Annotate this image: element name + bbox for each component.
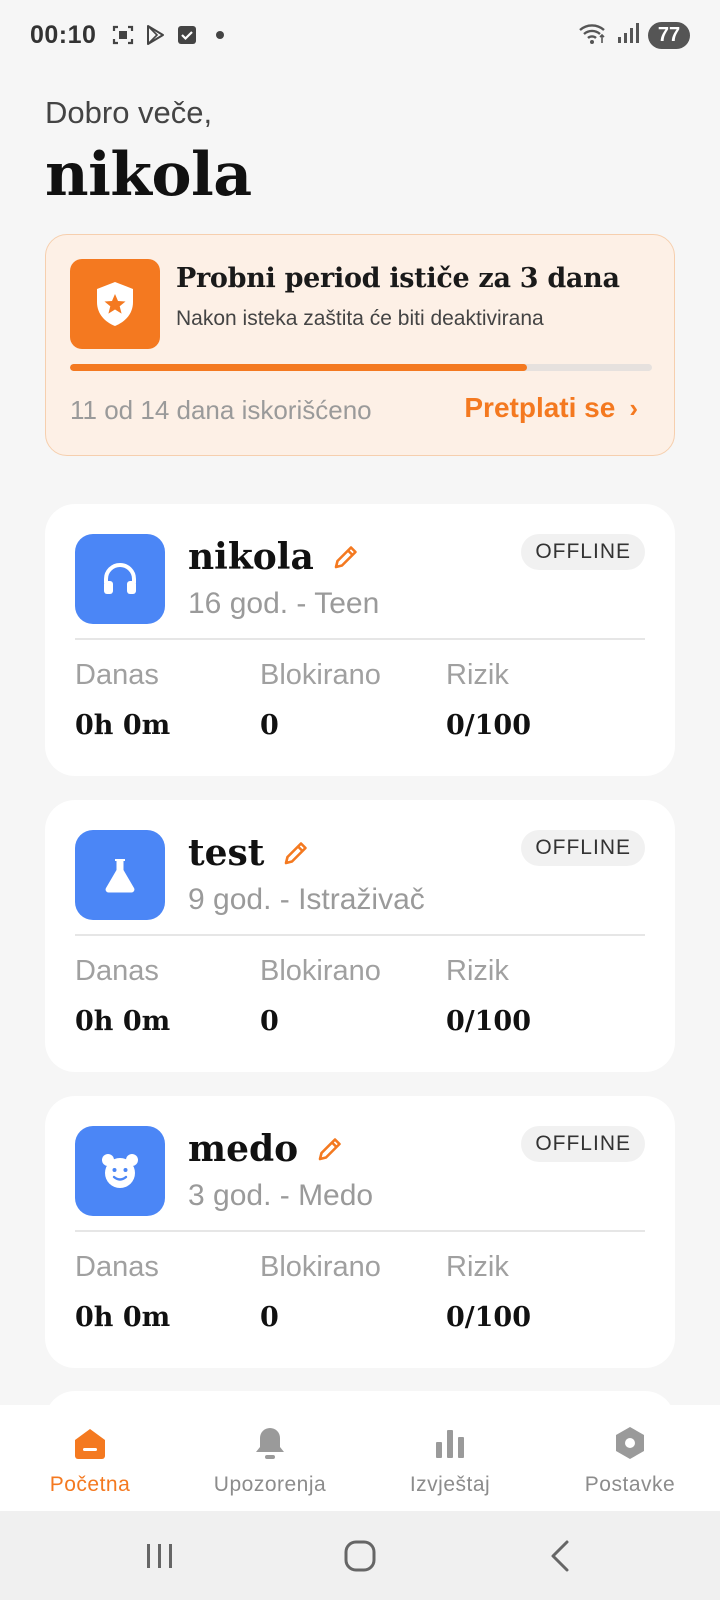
back-button[interactable] xyxy=(530,1531,590,1581)
stat-risk: Rizik 0/100 xyxy=(446,659,531,741)
profile-card[interactable]: test 9 god. - Istraživač OFFLINE Danas 0… xyxy=(45,800,675,1072)
stat-value: 0/100 xyxy=(446,710,532,741)
stat-value: 0 xyxy=(260,710,279,741)
profile-name: medo xyxy=(188,1128,299,1170)
recent-apps-button[interactable] xyxy=(130,1531,190,1581)
nav-home[interactable]: Početna xyxy=(0,1405,180,1511)
status-time: 00:10 xyxy=(30,20,97,49)
wifi-icon xyxy=(578,21,608,50)
status-badge: OFFLINE xyxy=(521,830,645,866)
home-button[interactable] xyxy=(330,1531,390,1581)
stat-label: Blokirano xyxy=(260,1251,381,1283)
card-divider xyxy=(75,638,645,640)
stat-value: 0h 0m xyxy=(75,710,171,741)
trial-card: Probni period ističe za 3 dana Nakon ist… xyxy=(45,234,675,456)
stat-risk: Rizik 0/100 xyxy=(446,1251,531,1333)
more-notifications-dot xyxy=(216,31,225,39)
profile-name: nikola xyxy=(188,536,314,578)
stat-blocked: Blokirano 0 xyxy=(260,659,381,741)
bar-chart-icon xyxy=(430,1423,470,1463)
trial-progress-bar xyxy=(70,364,652,371)
stat-label: Danas xyxy=(75,659,159,691)
status-badge: OFFLINE xyxy=(521,1126,645,1162)
stat-today: Danas 0h 0m xyxy=(75,659,170,741)
stat-value: 0 xyxy=(260,1006,279,1037)
stat-risk: Rizik 0/100 xyxy=(446,955,531,1037)
stat-today: Danas 0h 0m xyxy=(75,955,170,1037)
bear-icon xyxy=(75,1126,165,1216)
profile-name-row: test xyxy=(188,832,310,874)
profile-name-row: nikola xyxy=(188,536,360,578)
status-badge: OFFLINE xyxy=(521,534,645,570)
bottom-navigation: Početna Upozorenja Izvještaj Postavke xyxy=(0,1405,720,1511)
trial-subtitle: Nakon isteka zaštita će biti deaktiviran… xyxy=(176,307,544,330)
checkbox-icon xyxy=(176,24,198,46)
stat-today: Danas 0h 0m xyxy=(75,1251,170,1333)
trial-days-used: 11 od 14 dana iskorišćeno xyxy=(70,395,372,425)
stat-label: Blokirano xyxy=(260,659,381,691)
bell-icon xyxy=(250,1423,290,1463)
nav-report[interactable]: Izvještaj xyxy=(360,1405,540,1511)
stat-label: Rizik xyxy=(446,955,509,987)
signal-icon xyxy=(616,22,640,49)
system-navigation-bar xyxy=(0,1511,720,1600)
battery-indicator: 77 xyxy=(648,21,690,49)
stat-label: Blokirano xyxy=(260,955,381,987)
headphones-icon xyxy=(75,534,165,624)
stat-value: 0h 0m xyxy=(75,1302,171,1333)
shield-star-icon xyxy=(70,259,160,349)
stat-value: 0/100 xyxy=(446,1006,532,1037)
profile-age-category: 9 god. - Istraživač xyxy=(188,883,425,916)
trial-title: Probni period ističe za 3 dana xyxy=(176,263,620,294)
flask-icon xyxy=(75,830,165,920)
nav-settings[interactable]: Postavke xyxy=(540,1405,720,1511)
edit-pencil-icon[interactable] xyxy=(316,1135,344,1163)
nav-label: Izvještaj xyxy=(409,1473,491,1496)
status-system-icons: 77 xyxy=(578,21,690,50)
home-icon xyxy=(70,1423,110,1463)
profile-age-category: 3 god. - Medo xyxy=(188,1179,374,1212)
status-bar: 00:10 77 xyxy=(0,0,720,70)
stat-value: 0/100 xyxy=(446,1302,532,1333)
stat-label: Rizik xyxy=(446,659,509,691)
subscribe-button[interactable]: Pretplati se › xyxy=(464,392,638,424)
play-store-icon xyxy=(144,24,166,46)
nav-label: Početna xyxy=(49,1473,131,1496)
profile-card[interactable]: nikola 16 god. - Teen OFFLINE Danas 0h 0… xyxy=(45,504,675,776)
card-divider xyxy=(75,1230,645,1232)
stat-value: 0 xyxy=(260,1302,279,1333)
trial-progress-fill xyxy=(70,364,528,371)
chevron-right-icon: › xyxy=(629,392,638,423)
edit-pencil-icon[interactable] xyxy=(282,839,310,867)
stat-label: Danas xyxy=(75,1251,159,1283)
card-divider xyxy=(75,934,645,936)
screenshot-icon xyxy=(112,24,134,46)
status-notification-icons xyxy=(112,24,225,46)
stat-label: Rizik xyxy=(446,1251,509,1283)
stat-value: 0h 0m xyxy=(75,1006,171,1037)
subscribe-label: Pretplati se xyxy=(464,392,616,423)
nav-label: Upozorenja xyxy=(213,1473,327,1496)
profile-name: test xyxy=(188,832,265,874)
stat-label: Danas xyxy=(75,955,159,987)
profile-card[interactable]: medo 3 god. - Medo OFFLINE Danas 0h 0m B… xyxy=(45,1096,675,1368)
edit-pencil-icon[interactable] xyxy=(332,543,360,571)
greeting-text: Dobro veče, xyxy=(45,95,213,130)
profile-age-category: 16 god. - Teen xyxy=(188,587,380,620)
user-name-heading: nikola xyxy=(45,140,252,210)
stat-blocked: Blokirano 0 xyxy=(260,955,381,1037)
profile-name-row: medo xyxy=(188,1128,344,1170)
nav-label: Postavke xyxy=(584,1473,676,1496)
nav-alerts[interactable]: Upozorenja xyxy=(180,1405,360,1511)
stat-blocked: Blokirano 0 xyxy=(260,1251,381,1333)
settings-icon xyxy=(610,1423,650,1463)
